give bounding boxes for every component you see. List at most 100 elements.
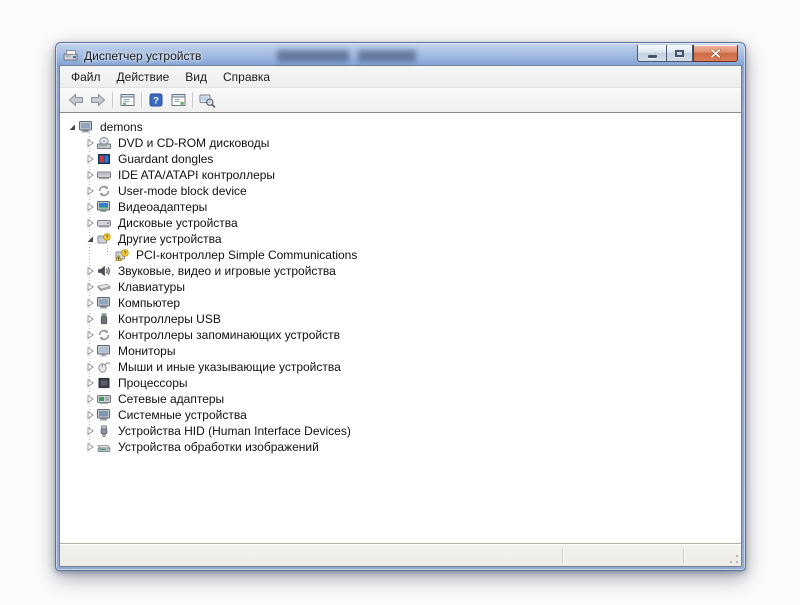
- tree-item[interactable]: User-mode block device: [60, 183, 741, 199]
- expander-collapsed-icon[interactable]: [84, 425, 96, 437]
- ide-controller-icon: [96, 169, 112, 181]
- menu-item-action[interactable]: Действие: [109, 67, 178, 87]
- expander-collapsed-icon[interactable]: [84, 377, 96, 389]
- expander-collapsed-icon[interactable]: [84, 265, 96, 277]
- scan-hardware-button[interactable]: [196, 90, 218, 110]
- back-arrow-icon: [68, 93, 84, 107]
- tree-item-label: Контроллеры USB: [118, 312, 221, 326]
- block-device-icon: [96, 185, 112, 197]
- tree-item-label: DVD и CD-ROM дисководы: [118, 136, 270, 150]
- expander-collapsed-icon[interactable]: [84, 297, 96, 309]
- expander-collapsed-icon[interactable]: [84, 185, 96, 197]
- toolbar-separator: [141, 92, 142, 108]
- expander-collapsed-icon[interactable]: [84, 217, 96, 229]
- tree-item[interactable]: Контроллеры запоминающих устройств: [60, 327, 741, 343]
- expander-collapsed-icon[interactable]: [84, 345, 96, 357]
- toolbar-separator: [192, 92, 193, 108]
- console-tree-icon: [120, 93, 135, 107]
- tree-item[interactable]: ? PCI-контроллер Simple Communications: [60, 247, 741, 263]
- expander-collapsed-icon[interactable]: [84, 441, 96, 453]
- processor-icon: [96, 377, 112, 389]
- minimize-button[interactable]: [637, 45, 666, 62]
- device-tree: demons DVD и CD-ROM дисководы Guardant don…: [60, 113, 741, 543]
- menu-bar: Файл Действие Вид Справка: [60, 66, 741, 88]
- desktop-background: Диспетчер устройств Файл Действие Вид Сп…: [0, 0, 800, 605]
- keyboard-icon: [96, 281, 112, 293]
- action-pane-button[interactable]: [167, 90, 189, 110]
- tree-item[interactable]: DVD и CD-ROM дисководы: [60, 135, 741, 151]
- status-bar: [60, 544, 741, 566]
- expander-collapsed-icon[interactable]: [84, 409, 96, 421]
- tree-item-label: IDE ATA/ATAPI контроллеры: [118, 168, 276, 182]
- computer-icon: [78, 121, 94, 133]
- toolbar-separator: [112, 92, 113, 108]
- dongle-icon: [96, 153, 112, 165]
- forward-arrow-button[interactable]: [87, 90, 109, 110]
- dvd-drive-icon: [96, 137, 112, 149]
- tree-item-label: Сетевые адаптеры: [118, 392, 225, 406]
- tree-item[interactable]: Сетевые адаптеры: [60, 391, 741, 407]
- caption-buttons: [637, 45, 738, 62]
- tree-item-label: Процессоры: [118, 376, 188, 390]
- device-manager-window: Диспетчер устройств Файл Действие Вид Сп…: [55, 42, 746, 571]
- expander-collapsed-icon[interactable]: [84, 393, 96, 405]
- expander-collapsed-icon[interactable]: [84, 329, 96, 341]
- menu-item-view[interactable]: Вид: [177, 67, 215, 87]
- expander-expanded-icon[interactable]: [66, 121, 78, 133]
- expander-expanded-icon[interactable]: [84, 233, 96, 245]
- tree-item[interactable]: Видеоадаптеры: [60, 199, 741, 215]
- video-adapter-icon: [96, 201, 112, 213]
- minimize-icon: [647, 54, 657, 58]
- tree-item-label: demons: [100, 120, 143, 134]
- tree-item[interactable]: IDE ATA/ATAPI контроллеры: [60, 167, 741, 183]
- expander-collapsed-icon[interactable]: [84, 169, 96, 181]
- expander-collapsed-icon[interactable]: [84, 281, 96, 293]
- tree-item[interactable]: ? Другие устройства: [60, 231, 741, 247]
- tree-item[interactable]: Звуковые, видео и игровые устройства: [60, 263, 741, 279]
- menu-item-file[interactable]: Файл: [63, 67, 109, 87]
- tree-item-label: Мониторы: [118, 344, 176, 358]
- tree-item-label: Guardant dongles: [118, 152, 214, 166]
- tree-item[interactable]: Компьютер: [60, 295, 741, 311]
- scan-hardware-icon: [199, 93, 216, 108]
- console-tree-button[interactable]: [116, 90, 138, 110]
- tree-item[interactable]: Контроллеры USB: [60, 311, 741, 327]
- maximize-button[interactable]: [666, 45, 693, 62]
- tree-item[interactable]: Guardant dongles: [60, 151, 741, 167]
- expander-collapsed-icon[interactable]: [84, 153, 96, 165]
- title-bar[interactable]: Диспетчер устройств: [59, 45, 742, 65]
- forward-arrow-icon: [90, 93, 106, 107]
- tree-item-label: Клавиатуры: [118, 280, 185, 294]
- tree-item[interactable]: demons: [60, 119, 741, 135]
- toolbar: ?: [60, 88, 741, 112]
- tree-item[interactable]: Устройства HID (Human Interface Devices): [60, 423, 741, 439]
- tree-item-label: Дисковые устройства: [118, 216, 238, 230]
- statusbar-separator: [683, 548, 684, 563]
- help-button[interactable]: ?: [145, 90, 167, 110]
- expander-collapsed-icon[interactable]: [84, 137, 96, 149]
- expander-collapsed-icon[interactable]: [84, 361, 96, 373]
- tree-item[interactable]: Мыши и иные указывающие устройства: [60, 359, 741, 375]
- tree-item-label: User-mode block device: [118, 184, 247, 198]
- tree-item-label: Мыши и иные указывающие устройства: [118, 360, 341, 374]
- unknown-device-icon: ?: [96, 233, 112, 245]
- tree-item[interactable]: Дисковые устройства: [60, 215, 741, 231]
- tree-item[interactable]: Системные устройства: [60, 407, 741, 423]
- tree-item[interactable]: Устройства обработки изображений: [60, 439, 741, 455]
- expander-collapsed-icon[interactable]: [84, 313, 96, 325]
- tree-item-label: Контроллеры запоминающих устройств: [118, 328, 340, 342]
- help-icon: ?: [149, 93, 163, 107]
- imaging-device-icon: [96, 441, 112, 453]
- expander-collapsed-icon[interactable]: [84, 201, 96, 213]
- tree-item[interactable]: Процессоры: [60, 375, 741, 391]
- back-arrow-button[interactable]: [65, 90, 87, 110]
- tree-item[interactable]: Клавиатуры: [60, 279, 741, 295]
- unknown-device-warning-icon: ?: [114, 249, 130, 261]
- tree-item-label: Устройства обработки изображений: [118, 440, 319, 454]
- resize-grip[interactable]: [729, 554, 739, 564]
- menu-item-help[interactable]: Справка: [215, 67, 278, 87]
- svg-text:?: ?: [153, 96, 159, 107]
- tree-item-label: Устройства HID (Human Interface Devices): [118, 424, 351, 438]
- tree-item[interactable]: Мониторы: [60, 343, 741, 359]
- close-button[interactable]: [693, 45, 738, 62]
